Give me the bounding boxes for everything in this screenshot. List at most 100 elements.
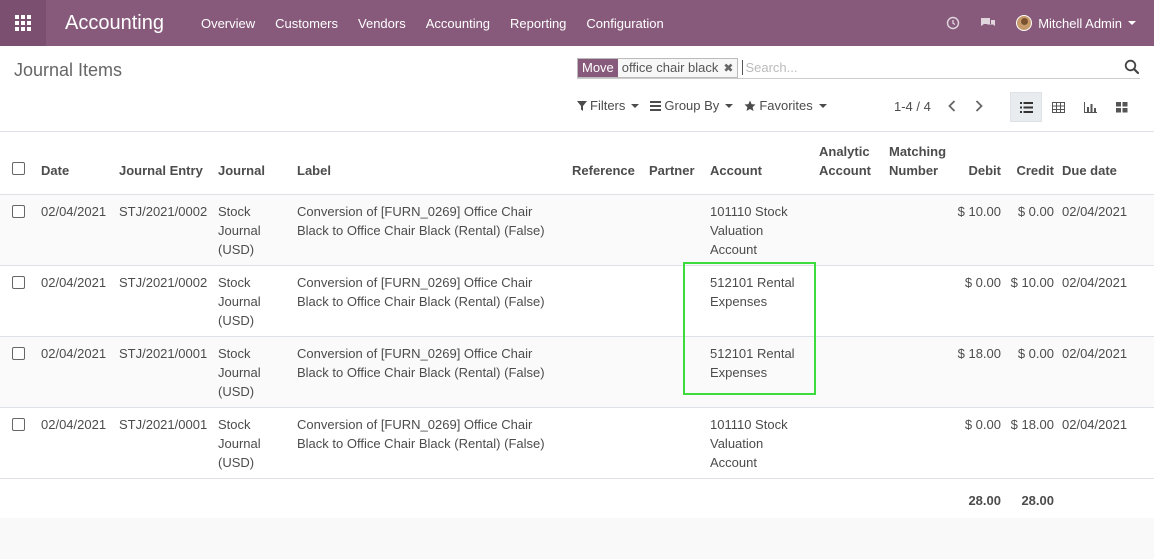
cell-credit: $ 10.00	[1005, 265, 1058, 337]
select-all-checkbox[interactable]	[12, 161, 25, 175]
chevron-down-icon	[818, 103, 827, 108]
chevron-left-icon	[948, 100, 956, 112]
facet-value: office chair black ✖	[617, 58, 738, 77]
menu-item-customers[interactable]: Customers	[275, 16, 338, 31]
pivot-view-button[interactable]	[1042, 92, 1074, 122]
cell-analytic-account	[815, 194, 885, 266]
menu-item-reporting[interactable]: Reporting	[510, 16, 566, 31]
column-header-credit[interactable]: Credit	[1005, 132, 1058, 195]
group-by-label: Group By	[664, 98, 720, 113]
close-icon[interactable]: ✖	[723, 59, 733, 77]
apps-menu-button[interactable]	[0, 0, 46, 46]
table-row[interactable]: 02/04/2021 STJ/2021/0001 Stock Journal (…	[0, 407, 1154, 479]
cell-partner	[645, 265, 706, 337]
group-by-button[interactable]: Group By	[650, 98, 734, 113]
table-row[interactable]: 02/04/2021 STJ/2021/0001 Stock Journal (…	[0, 336, 1154, 408]
cell-label: Conversion of [FURN_0269] Office Chair B…	[293, 194, 568, 266]
row-checkbox[interactable]	[12, 417, 25, 431]
kanban-icon	[1116, 101, 1128, 112]
chevron-down-icon	[631, 103, 640, 108]
column-header-matching-number[interactable]: Matching Number	[885, 132, 953, 195]
cell-journal-entry: STJ/2021/0001	[115, 407, 214, 479]
column-header-partner[interactable]: Partner	[645, 132, 706, 195]
cell-debit: $ 18.00	[953, 336, 1005, 408]
favorites-button[interactable]: Favorites	[744, 98, 827, 113]
cell-date: 02/04/2021	[37, 336, 115, 408]
total-credit: 28.00	[1005, 478, 1058, 518]
list-bars-icon	[650, 100, 662, 111]
row-select-cell	[0, 265, 37, 337]
column-header-journal[interactable]: Journal	[214, 132, 293, 195]
menu-item-configuration[interactable]: Configuration	[586, 16, 663, 31]
cell-partner	[645, 194, 706, 266]
activity-clock-icon[interactable]	[946, 16, 960, 30]
cell-account: 101110 Stock Valuation Account	[706, 194, 815, 266]
page-title: Journal Items	[14, 60, 123, 80]
menu-item-vendors[interactable]: Vendors	[358, 16, 406, 31]
chevron-down-icon	[725, 103, 734, 108]
cell-due-date: 02/04/2021	[1058, 265, 1154, 337]
select-all-cell	[0, 132, 37, 195]
list-view-button[interactable]	[1010, 92, 1042, 122]
column-header-journal-entry[interactable]: Journal Entry	[115, 132, 214, 195]
pager-previous-button[interactable]	[944, 98, 960, 114]
user-menu[interactable]: Mitchell Admin	[1016, 15, 1136, 31]
search-input[interactable]	[742, 60, 1113, 75]
cell-reference	[568, 336, 645, 408]
cell-credit: $ 0.00	[1005, 336, 1058, 408]
cell-matching-number	[885, 194, 953, 266]
column-header-analytic-account[interactable]: Analytic Account	[815, 132, 885, 195]
cell-analytic-account	[815, 336, 885, 408]
menu-item-overview[interactable]: Overview	[201, 16, 255, 31]
cell-journal: Stock Journal (USD)	[214, 194, 293, 266]
menu-item-accounting[interactable]: Accounting	[426, 16, 490, 31]
totals-empty	[1058, 478, 1154, 518]
column-header-label[interactable]: Label	[293, 132, 568, 195]
cell-debit: $ 10.00	[953, 194, 1005, 266]
search-icon[interactable]	[1124, 59, 1140, 75]
table-row[interactable]: 02/04/2021 STJ/2021/0002 Stock Journal (…	[0, 194, 1154, 266]
cell-account: 512101 Rental Expenses	[706, 265, 815, 337]
column-header-account[interactable]: Account	[706, 132, 815, 195]
column-header-due-date[interactable]: Due date	[1058, 132, 1154, 195]
cell-debit: $ 0.00	[953, 265, 1005, 337]
star-icon	[744, 100, 756, 111]
filters-button[interactable]: Filters	[577, 98, 640, 113]
graph-view-button[interactable]	[1074, 92, 1106, 122]
table-row[interactable]: 02/04/2021 STJ/2021/0002 Stock Journal (…	[0, 265, 1154, 337]
filters-label: Filters	[590, 98, 626, 113]
column-header-debit[interactable]: Debit	[953, 132, 1005, 195]
search-facet: Move office chair black ✖	[577, 57, 739, 78]
row-checkbox[interactable]	[12, 204, 25, 218]
kanban-view-button[interactable]	[1106, 92, 1138, 122]
column-header-reference[interactable]: Reference	[568, 132, 645, 195]
totals-row: 28.00 28.00	[0, 478, 1154, 518]
messaging-chat-icon[interactable]	[980, 16, 996, 30]
control-panel: Journal Items Move office chair black ✖ …	[0, 46, 1154, 132]
pager-value[interactable]: 1-4 / 4	[894, 99, 931, 114]
bar-chart-icon	[1083, 101, 1097, 113]
row-checkbox[interactable]	[12, 275, 25, 289]
cell-date: 02/04/2021	[37, 407, 115, 479]
app-brand[interactable]: Accounting	[65, 12, 164, 35]
favorites-label: Favorites	[759, 98, 813, 113]
facet-label: Move	[578, 58, 618, 77]
search-bar: Move office chair black ✖	[577, 57, 1140, 79]
pager-next-button[interactable]	[971, 98, 987, 114]
user-name: Mitchell Admin	[1038, 15, 1122, 31]
chevron-right-icon	[975, 100, 983, 112]
cell-journal-entry: STJ/2021/0002	[115, 194, 214, 266]
cell-reference	[568, 194, 645, 266]
column-header-date[interactable]: Date	[37, 132, 115, 195]
cell-label: Conversion of [FURN_0269] Office Chair B…	[293, 265, 568, 337]
cell-journal-entry: STJ/2021/0002	[115, 265, 214, 337]
cell-journal: Stock Journal (USD)	[214, 265, 293, 337]
table-header-row: Date Journal Entry Journal Label Referen…	[0, 132, 1154, 195]
table-grid-icon	[1051, 101, 1065, 113]
cell-label: Conversion of [FURN_0269] Office Chair B…	[293, 407, 568, 479]
apps-grid-icon	[15, 15, 31, 31]
row-select-cell	[0, 194, 37, 266]
cell-date: 02/04/2021	[37, 265, 115, 337]
cell-journal: Stock Journal (USD)	[214, 407, 293, 479]
row-checkbox[interactable]	[12, 346, 25, 360]
